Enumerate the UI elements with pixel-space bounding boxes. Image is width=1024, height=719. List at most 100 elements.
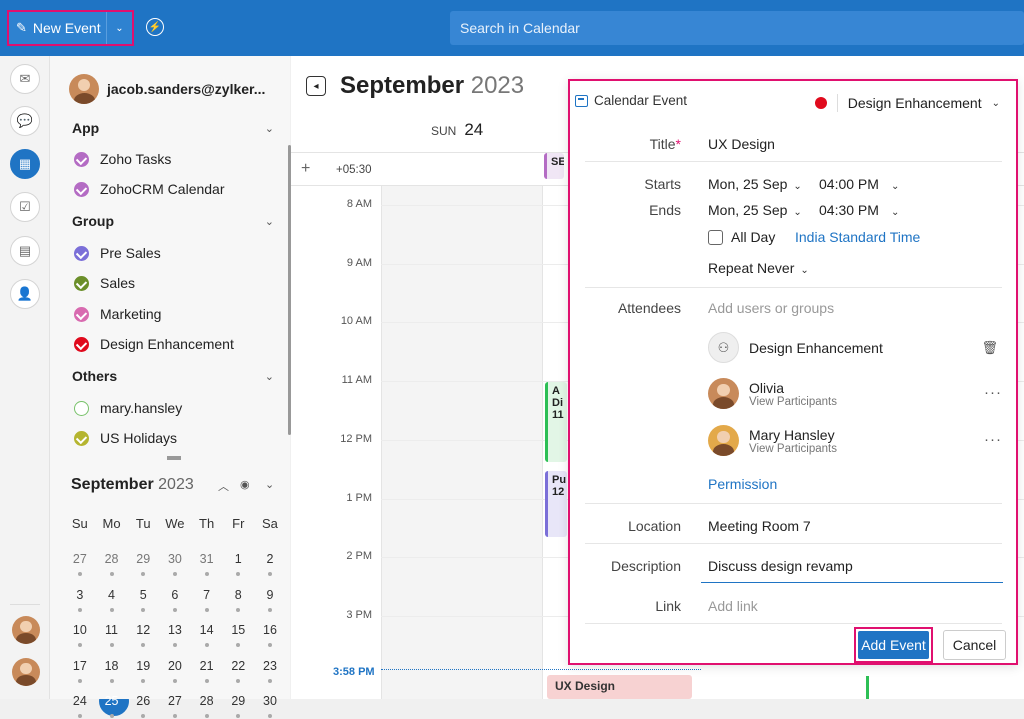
end-time-select[interactable]: 04:30 PM⌄ bbox=[819, 202, 899, 218]
tasks-icon[interactable]: ☑ bbox=[10, 192, 40, 222]
start-date-select[interactable]: Mon, 25 Sep⌄ bbox=[708, 176, 802, 192]
trash-icon[interactable]: 🗑 bbox=[981, 340, 998, 356]
more-icon[interactable]: ··· bbox=[984, 431, 1002, 448]
search-input[interactable]: Search in Calendar bbox=[450, 11, 1024, 45]
calendar-item[interactable]: ZohoCRM Calendar bbox=[74, 181, 225, 197]
mini-calendar-day[interactable]: 9 bbox=[254, 588, 286, 602]
mini-calendar-day[interactable]: 10 bbox=[64, 623, 96, 637]
chevron-down-icon[interactable]: ⌄ bbox=[265, 122, 274, 135]
chevron-down-icon[interactable]: ⌄ bbox=[265, 478, 274, 491]
mini-calendar-day[interactable]: 30 bbox=[254, 694, 286, 708]
repeat-select[interactable]: Repeat Never⌄ bbox=[708, 260, 809, 276]
mini-calendar-day[interactable]: 24 bbox=[64, 694, 96, 708]
permission-link[interactable]: Permission bbox=[708, 476, 777, 492]
location-field[interactable]: Meeting Room 7 bbox=[708, 518, 811, 534]
mail-icon[interactable]: ✉ bbox=[10, 64, 40, 94]
mini-calendar-day[interactable]: 18 bbox=[96, 659, 128, 673]
calendar-item[interactable]: mary.hansley bbox=[74, 400, 182, 416]
mini-calendar-day[interactable]: 30 bbox=[159, 552, 191, 566]
mini-calendar-day[interactable]: 15 bbox=[222, 623, 254, 637]
mini-calendar-day[interactable]: 31 bbox=[191, 552, 223, 566]
mini-calendar-day[interactable]: 20 bbox=[159, 659, 191, 673]
mini-calendar-day[interactable]: 6 bbox=[159, 588, 191, 602]
checkbox-icon[interactable] bbox=[74, 152, 89, 167]
timezone-link[interactable]: India Standard Time bbox=[795, 229, 920, 245]
checkbox-icon[interactable] bbox=[74, 276, 89, 291]
mini-calendar-day[interactable]: 27 bbox=[64, 552, 96, 566]
add-icon[interactable]: + bbox=[301, 160, 310, 178]
description-field[interactable]: Discuss design revamp bbox=[708, 558, 853, 574]
checkbox-icon[interactable] bbox=[708, 230, 723, 245]
chat-icon[interactable]: 💬 bbox=[10, 106, 40, 136]
add-event-button[interactable]: Add Event bbox=[854, 627, 933, 663]
chevron-down-icon[interactable]: ⌄ bbox=[265, 215, 274, 228]
mini-calendar-day[interactable]: 4 bbox=[96, 588, 128, 602]
end-date-select[interactable]: Mon, 25 Sep⌄ bbox=[708, 202, 802, 218]
mini-calendar-day[interactable]: 22 bbox=[222, 659, 254, 673]
view-participants-link[interactable]: View Participants bbox=[749, 396, 837, 408]
mini-calendar-day[interactable]: 1 bbox=[222, 552, 254, 566]
chevron-up-icon[interactable]: ︿ bbox=[218, 478, 229, 494]
mini-calendar-day[interactable]: 11 bbox=[96, 623, 128, 637]
mini-calendar-day[interactable]: 13 bbox=[159, 623, 191, 637]
calendar-item[interactable]: Pre Sales bbox=[74, 245, 161, 261]
mini-calendar-day[interactable]: 21 bbox=[191, 659, 223, 673]
calendar-select[interactable]: Design Enhancement ⌄ bbox=[815, 94, 1000, 112]
calendar-item[interactable]: Design Enhancement bbox=[74, 336, 234, 352]
mini-calendar-day[interactable]: 19 bbox=[127, 659, 159, 673]
attendees-input[interactable]: Add users or groups bbox=[708, 300, 834, 316]
calendar-item[interactable]: Zoho Tasks bbox=[74, 151, 171, 167]
view-participants-link[interactable]: View Participants bbox=[749, 443, 837, 455]
avatar[interactable] bbox=[12, 658, 40, 686]
checkbox-icon[interactable] bbox=[74, 182, 89, 197]
checkbox-icon[interactable] bbox=[74, 337, 89, 352]
mini-calendar-day[interactable]: 27 bbox=[159, 694, 191, 708]
start-time-select[interactable]: 04:00 PM⌄ bbox=[819, 176, 899, 192]
mini-calendar-day[interactable]: 29 bbox=[222, 694, 254, 708]
mini-calendar-day[interactable]: 26 bbox=[127, 694, 159, 708]
calendar-icon[interactable]: ▦ bbox=[10, 149, 40, 179]
contacts-icon[interactable]: 👤 bbox=[10, 279, 40, 309]
checkbox-icon[interactable] bbox=[74, 246, 89, 261]
mini-calendar-day[interactable]: 28 bbox=[191, 694, 223, 708]
section-title-group[interactable]: Group bbox=[72, 213, 114, 229]
chevron-down-icon[interactable]: ⌄ bbox=[265, 370, 274, 383]
day-header[interactable]: SUN24 bbox=[431, 120, 483, 140]
mini-calendar-day[interactable]: 28 bbox=[96, 552, 128, 566]
today-target-icon[interactable]: ◉ bbox=[240, 478, 250, 491]
checkbox-icon[interactable] bbox=[74, 431, 89, 446]
collapse-sidebar-icon[interactable]: ◂ bbox=[306, 76, 326, 96]
mini-calendar-day[interactable]: 3 bbox=[64, 588, 96, 602]
chevron-down-icon[interactable]: ⌄ bbox=[106, 12, 132, 44]
avatar[interactable] bbox=[12, 616, 40, 644]
calendar-item[interactable]: Marketing bbox=[74, 306, 161, 322]
mini-calendar-day[interactable]: 23 bbox=[254, 659, 286, 673]
mini-calendar-day[interactable]: 16 bbox=[254, 623, 286, 637]
calendar-item[interactable]: Sales bbox=[74, 275, 135, 291]
link-input[interactable]: Add link bbox=[708, 598, 758, 614]
event-chip[interactable]: SE bbox=[544, 153, 564, 179]
mini-calendar-day[interactable]: 12 bbox=[127, 623, 159, 637]
mini-calendar-day[interactable]: 2 bbox=[254, 552, 286, 566]
lightning-icon[interactable]: ⚡ bbox=[146, 18, 164, 36]
more-icon[interactable]: ··· bbox=[984, 384, 1002, 401]
section-title-others[interactable]: Others bbox=[72, 368, 117, 384]
mini-calendar-day[interactable]: 5 bbox=[127, 588, 159, 602]
new-event-button[interactable]: ✎ New Event bbox=[9, 12, 106, 44]
checkbox-icon[interactable] bbox=[74, 401, 89, 416]
calendar-item[interactable]: US Holidays bbox=[74, 430, 177, 446]
cancel-button[interactable]: Cancel bbox=[943, 630, 1006, 660]
mini-calendar-day[interactable]: 29 bbox=[127, 552, 159, 566]
all-day-checkbox[interactable]: All Day bbox=[708, 229, 775, 245]
mini-calendar-day[interactable]: 14 bbox=[191, 623, 223, 637]
user-account[interactable]: jacob.sanders@zylker... bbox=[69, 74, 265, 104]
mini-calendar-day[interactable]: 17 bbox=[64, 659, 96, 673]
new-event-button-group[interactable]: ✎ New Event ⌄ bbox=[7, 10, 134, 46]
resize-handle[interactable] bbox=[167, 456, 181, 460]
event-chip[interactable]: ADi11 bbox=[545, 382, 567, 462]
checkbox-icon[interactable] bbox=[74, 307, 89, 322]
event-chip[interactable]: Pu12 bbox=[545, 471, 567, 537]
mini-calendar-day[interactable]: 25 bbox=[96, 694, 128, 708]
event-chip[interactable]: UX Design bbox=[547, 675, 692, 699]
mini-calendar-day[interactable]: 7 bbox=[191, 588, 223, 602]
